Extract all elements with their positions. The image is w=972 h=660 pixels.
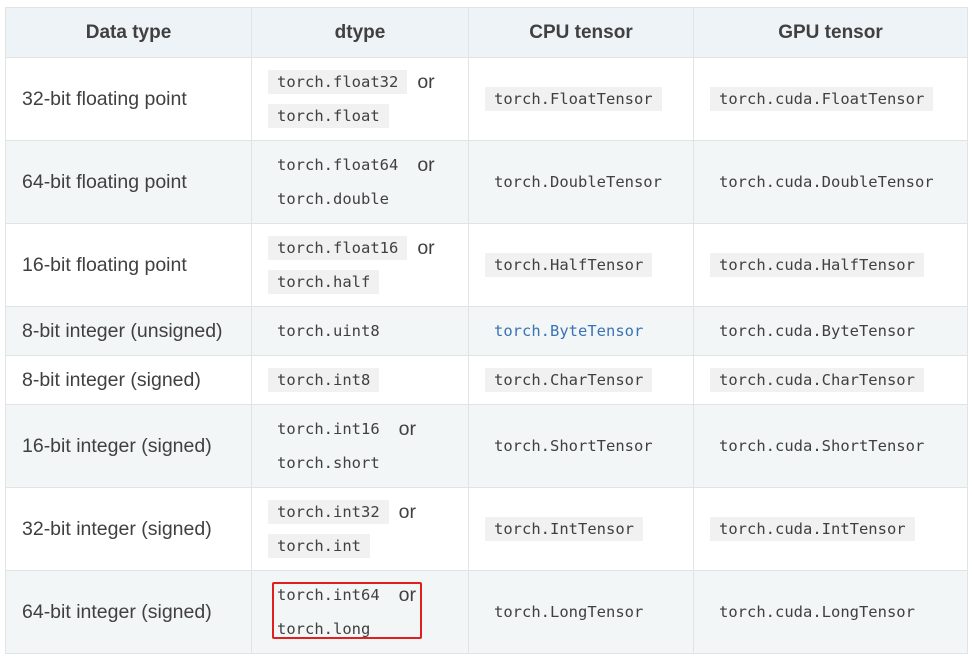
or-text: or	[399, 418, 416, 440]
data-type-cell: 32-bit integer (signed)	[6, 488, 252, 571]
or-text: or	[417, 71, 434, 93]
gpu-tensor-code: torch.cuda.DoubleTensor	[710, 170, 943, 194]
gpu-tensor-code: torch.cuda.ByteTensor	[710, 319, 924, 343]
header-data-type: Data type	[6, 8, 252, 58]
table-row: 16-bit integer (signed) torch.int16 or to…	[6, 405, 968, 488]
gpu-tensor-cell: torch.cuda.DoubleTensor	[694, 141, 968, 224]
cpu-tensor-code: torch.IntTensor	[485, 517, 643, 541]
table-row: 8-bit integer (unsigned) torch.uint8 tor…	[6, 307, 968, 356]
table-row: 16-bit floating point torch.float16 or to…	[6, 224, 968, 307]
cpu-tensor-cell: torch.ByteTensor	[469, 307, 694, 356]
dtype-code: torch.uint8	[268, 319, 389, 343]
dtype-cell: torch.uint8	[252, 307, 469, 356]
dtype-alias-code: torch.half	[268, 270, 379, 294]
gpu-tensor-code: torch.cuda.ShortTensor	[710, 434, 933, 458]
cpu-tensor-cell: torch.HalfTensor	[469, 224, 694, 307]
dtype-table: Data type dtype CPU tensor GPU tensor 32…	[5, 7, 968, 654]
gpu-tensor-cell: torch.cuda.CharTensor	[694, 356, 968, 405]
gpu-tensor-code: torch.cuda.HalfTensor	[710, 253, 924, 277]
gpu-tensor-cell: torch.cuda.IntTensor	[694, 488, 968, 571]
gpu-tensor-cell: torch.cuda.LongTensor	[694, 571, 968, 654]
data-type-cell: 64-bit integer (signed)	[6, 571, 252, 654]
dtype-alias-code: torch.long	[268, 617, 379, 641]
cpu-tensor-code: torch.HalfTensor	[485, 253, 652, 277]
header-gpu-tensor: GPU tensor	[694, 8, 968, 58]
dtype-code: torch.float64	[268, 153, 407, 177]
cpu-tensor-cell: torch.FloatTensor	[469, 58, 694, 141]
cpu-tensor-code: torch.LongTensor	[485, 600, 652, 624]
dtype-alias-code: torch.double	[268, 187, 398, 211]
data-type-cell: 16-bit integer (signed)	[6, 405, 252, 488]
cpu-tensor-code: torch.ShortTensor	[485, 434, 662, 458]
table-row: 8-bit integer (signed) torch.int8 torch.…	[6, 356, 968, 405]
table-row: 64-bit integer (signed) torch.int64 or to…	[6, 571, 968, 654]
dtype-cell: torch.int32 or torch.int	[252, 488, 469, 571]
cpu-tensor-code: torch.DoubleTensor	[485, 170, 671, 194]
data-type-cell: 16-bit floating point	[6, 224, 252, 307]
or-text: or	[399, 501, 416, 523]
table-header: Data type dtype CPU tensor GPU tensor	[6, 8, 968, 58]
dtype-cell: torch.int64 or torch.long	[252, 571, 469, 654]
dtype-code: torch.int32	[268, 500, 389, 524]
header-dtype: dtype	[252, 8, 469, 58]
dtype-alias-code: torch.float	[268, 104, 389, 128]
dtype-code: torch.float32	[268, 70, 407, 94]
gpu-tensor-cell: torch.cuda.ShortTensor	[694, 405, 968, 488]
cpu-tensor-code: torch.CharTensor	[485, 368, 652, 392]
cpu-tensor-cell: torch.ShortTensor	[469, 405, 694, 488]
gpu-tensor-code: torch.cuda.LongTensor	[710, 600, 924, 624]
cpu-tensor-cell: torch.DoubleTensor	[469, 141, 694, 224]
dtype-alias-code: torch.short	[268, 451, 389, 475]
cpu-tensor-link[interactable]: torch.ByteTensor	[485, 319, 652, 343]
table-row: 32-bit floating point torch.float32 or to…	[6, 58, 968, 141]
data-type-cell: 8-bit integer (signed)	[6, 356, 252, 405]
header-cpu-tensor: CPU tensor	[469, 8, 694, 58]
cpu-tensor-cell: torch.CharTensor	[469, 356, 694, 405]
gpu-tensor-cell: torch.cuda.HalfTensor	[694, 224, 968, 307]
data-type-cell: 32-bit floating point	[6, 58, 252, 141]
cpu-tensor-code: torch.FloatTensor	[485, 87, 662, 111]
header-row: Data type dtype CPU tensor GPU tensor	[6, 8, 968, 58]
gpu-tensor-code: torch.cuda.FloatTensor	[710, 87, 933, 111]
table-row: 32-bit integer (signed) torch.int32 or to…	[6, 488, 968, 571]
dtype-cell: torch.int16 or torch.short	[252, 405, 469, 488]
dtype-alias-code: torch.int	[268, 534, 370, 558]
table-body: 32-bit floating point torch.float32 or to…	[6, 58, 968, 654]
gpu-tensor-cell: torch.cuda.FloatTensor	[694, 58, 968, 141]
data-type-cell: 64-bit floating point	[6, 141, 252, 224]
dtype-cell: torch.float16 or torch.half	[252, 224, 469, 307]
dtype-cell: torch.int8	[252, 356, 469, 405]
or-text: or	[417, 154, 434, 176]
dtype-cell: torch.float32 or torch.float	[252, 58, 469, 141]
cpu-tensor-cell: torch.IntTensor	[469, 488, 694, 571]
dtype-cell: torch.float64 or torch.double	[252, 141, 469, 224]
dtype-code: torch.float16	[268, 236, 407, 260]
cpu-tensor-cell: torch.LongTensor	[469, 571, 694, 654]
table-row: 64-bit floating point torch.float64 or to…	[6, 141, 968, 224]
gpu-tensor-code: torch.cuda.IntTensor	[710, 517, 915, 541]
or-text: or	[417, 237, 434, 259]
gpu-tensor-code: torch.cuda.CharTensor	[710, 368, 924, 392]
dtype-code: torch.int64	[268, 583, 389, 607]
or-text: or	[399, 584, 416, 606]
dtype-code: torch.int16	[268, 417, 389, 441]
dtype-code: torch.int8	[268, 368, 379, 392]
data-type-cell: 8-bit integer (unsigned)	[6, 307, 252, 356]
gpu-tensor-cell: torch.cuda.ByteTensor	[694, 307, 968, 356]
